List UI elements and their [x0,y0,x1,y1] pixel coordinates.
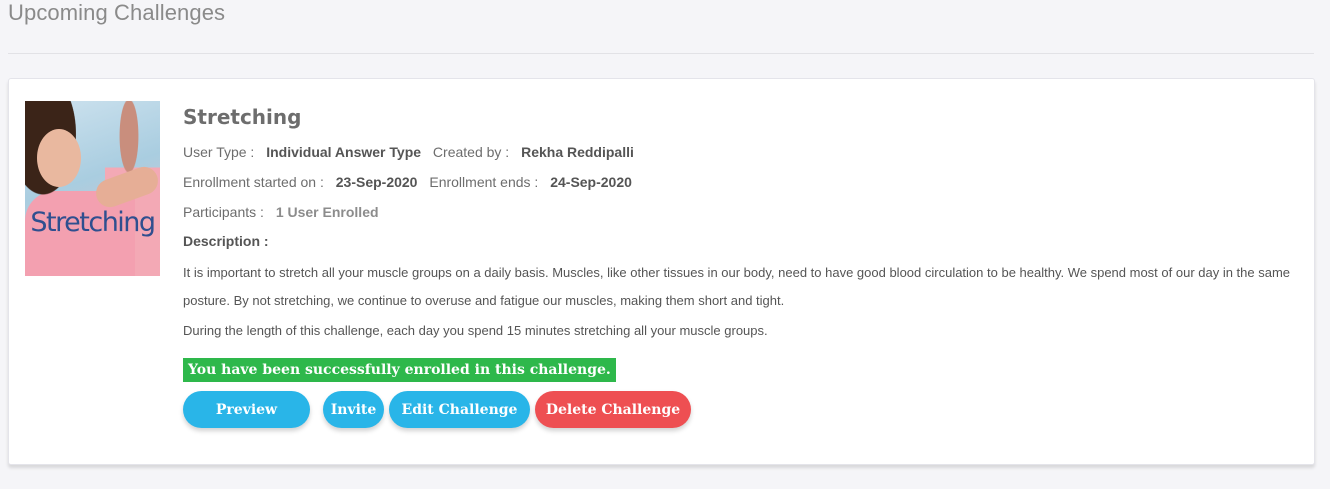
preview-button[interactable]: Preview [183,391,310,428]
participants-value: 1 User Enrolled [275,204,379,220]
enroll-end-value: 24-Sep-2020 [550,174,632,190]
enroll-start-label: Enrollment started on : [183,174,324,190]
challenge-card: Stretching Stretching User Type : Indivi… [8,78,1315,465]
enroll-start-value: 23-Sep-2020 [335,174,418,190]
challenge-image-text: Stretching [30,207,156,238]
description-paragraph-2: During the length of this challenge, eac… [183,323,768,338]
invite-button[interactable]: Invite [323,391,384,428]
delete-challenge-button[interactable]: Delete Challenge [535,391,691,428]
enrollment-row: Enrollment started on : 23-Sep-2020 Enro… [183,171,1298,201]
divider [8,53,1314,54]
description-label: Description : [183,233,269,249]
challenge-title: Stretching [183,105,302,129]
user-type-row: User Type : Individual Answer Type Creat… [183,141,1298,171]
created-by-value: Rekha Reddipalli [521,144,634,160]
participants-row: Participants : 1 User Enrolled [183,201,1298,231]
enroll-end-label: Enrollment ends : [429,174,539,190]
challenge-info: Stretching User Type : Individual Answer… [183,105,1298,431]
page-title: Upcoming Challenges [8,0,226,25]
created-by-label: Created by : [432,144,510,160]
description-paragraph-1: It is important to stretch all your musc… [183,265,1291,308]
edit-challenge-button[interactable]: Edit Challenge [389,391,530,428]
user-type-label: User Type : [183,144,255,160]
enrollment-success-banner: You have been successfully enrolled in t… [183,358,616,382]
challenge-image: Stretching [25,101,160,276]
participants-label: Participants : [183,204,264,220]
action-buttons: Preview Invite Edit Challenge Delete Cha… [183,391,1298,431]
user-type-value: Individual Answer Type [266,144,422,160]
